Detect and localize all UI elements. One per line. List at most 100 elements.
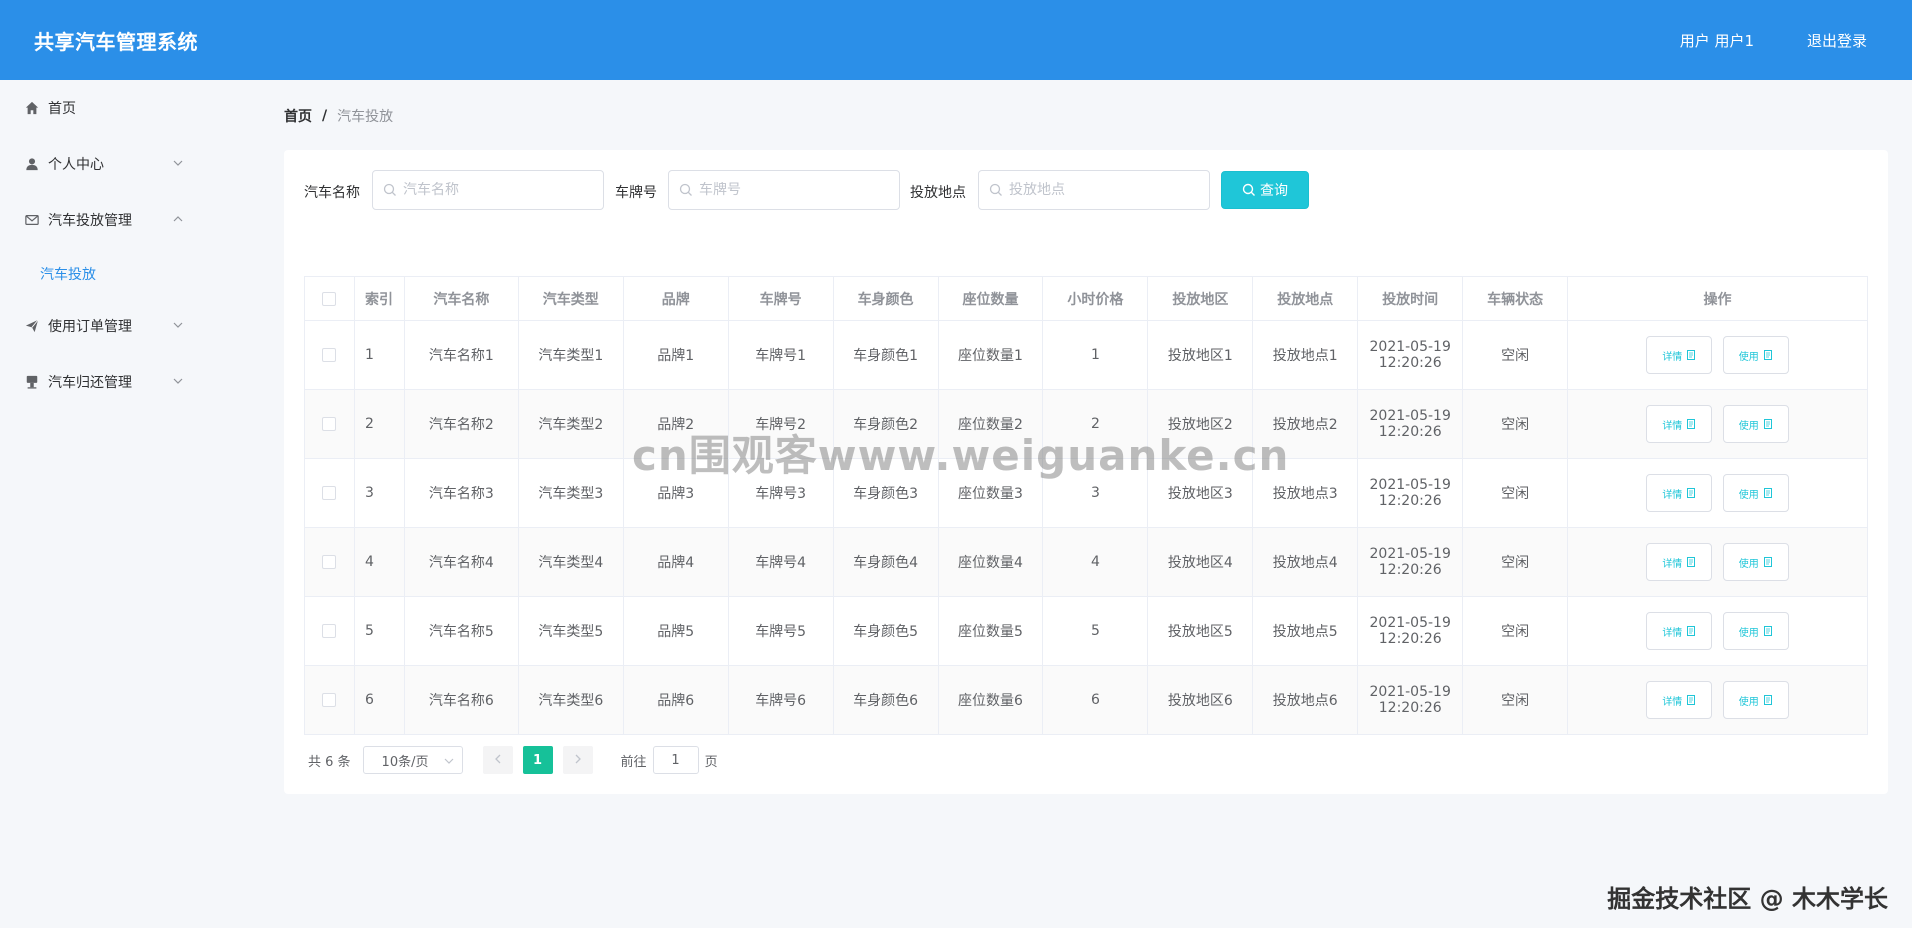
document-icon (1686, 626, 1696, 636)
row-select-cell (304, 458, 355, 528)
plate-field[interactable] (668, 170, 900, 210)
car-name-field[interactable] (372, 170, 604, 210)
car-name-input[interactable] (403, 182, 573, 198)
query-button[interactable]: 查询 (1221, 171, 1309, 209)
cell-region: 投放地区2 (1147, 389, 1254, 459)
sidebar-item-label: 汽车投放管理 (48, 213, 132, 229)
detail-button-label: 详情 (1662, 351, 1683, 363)
detail-button-label: 详情 (1662, 696, 1683, 708)
plate-input[interactable] (699, 182, 869, 198)
use-button-label: 使用 (1738, 489, 1759, 501)
breadcrumb-separator: / (322, 108, 328, 124)
document-icon (1686, 557, 1696, 567)
cell-name: 汽车名称6 (404, 665, 519, 735)
use-button[interactable]: 使用 (1722, 543, 1789, 581)
cell-status: 空闲 (1462, 665, 1569, 735)
goto-page-input[interactable] (655, 752, 696, 768)
sidebar-item-return-management[interactable]: 汽车归还管理 (0, 362, 255, 402)
cell-location: 投放地点4 (1252, 527, 1359, 597)
cell-color: 车身颜色3 (833, 458, 939, 528)
row-checkbox[interactable] (322, 693, 337, 707)
cell-plate: 车牌号5 (728, 596, 834, 666)
search-icon (989, 183, 1003, 197)
breadcrumb-current: 汽车投放 (337, 109, 394, 125)
breadcrumb-home[interactable]: 首页 (284, 106, 312, 126)
sidebar-item-label: 个人中心 (48, 157, 104, 173)
detail-button[interactable]: 详情 (1646, 405, 1713, 443)
select-all-checkbox[interactable] (322, 291, 337, 306)
row-checkbox[interactable] (322, 486, 337, 500)
cell-actions: 详情 使用 (1567, 527, 1868, 597)
table-row: 5 汽车名称5 汽车类型5 品牌5 车牌号5 车身颜色5 座位数量5 5 投放地… (304, 596, 1868, 666)
document-icon (1686, 350, 1696, 360)
cell-price: 1 (1042, 320, 1149, 390)
sidebar-item-order-management[interactable]: 使用订单管理 (0, 306, 255, 346)
page-size-value: 10条/页 (381, 754, 429, 770)
document-icon (1763, 419, 1773, 429)
mail-icon (24, 212, 40, 228)
cell-price: 6 (1042, 665, 1149, 735)
page-size-select[interactable]: 10条/页 (362, 746, 463, 774)
cell-actions: 详情 使用 (1567, 458, 1868, 528)
detail-button[interactable]: 详情 (1646, 336, 1713, 374)
location-field[interactable] (978, 170, 1210, 210)
sidebar-subitem-car-deploy[interactable]: 汽车投放 (40, 264, 96, 284)
row-checkbox[interactable] (322, 417, 337, 431)
table-header-row: 索引 汽车名称 汽车类型 品牌 车牌号 车身颜色 座位数量 小时价格 投放地区 … (304, 276, 1868, 321)
row-checkbox[interactable] (322, 624, 337, 638)
cell-color: 车身颜色5 (833, 596, 939, 666)
row-checkbox[interactable] (322, 348, 337, 362)
breadcrumb: 首页 / 汽车投放 (284, 106, 393, 126)
sidebar-item-personal-center[interactable]: 个人中心 (0, 144, 255, 184)
cell-status: 空闲 (1462, 389, 1569, 459)
send-icon (24, 318, 40, 334)
search-icon (1242, 183, 1256, 197)
deploy-date: 2021-05-19 (1369, 408, 1451, 424)
document-icon (1686, 695, 1696, 705)
cell-location: 投放地点6 (1252, 665, 1359, 735)
page-number-button[interactable]: 1 (522, 746, 553, 774)
cell-plate: 车牌号4 (728, 527, 834, 597)
cell-seats: 座位数量4 (938, 527, 1044, 597)
table-row: 4 汽车名称4 汽车类型4 品牌4 车牌号4 车身颜色4 座位数量4 4 投放地… (304, 527, 1868, 597)
cell-brand: 品牌2 (623, 389, 729, 459)
cell-type: 汽车类型3 (518, 458, 624, 528)
chevron-down-icon (444, 755, 454, 765)
location-input[interactable] (1009, 182, 1179, 198)
cell-status: 空闲 (1462, 320, 1569, 390)
cell-price: 3 (1042, 458, 1149, 528)
detail-button-label: 详情 (1662, 420, 1683, 432)
sidebar-item-home[interactable]: 首页 (0, 88, 255, 128)
detail-button[interactable]: 详情 (1646, 543, 1713, 581)
cell-plate: 车牌号3 (728, 458, 834, 528)
use-button[interactable]: 使用 (1722, 336, 1789, 374)
cell-actions: 详情 使用 (1567, 596, 1868, 666)
column-header: 汽车类型 (518, 276, 624, 321)
cell-type: 汽车类型6 (518, 665, 624, 735)
detail-button[interactable]: 详情 (1646, 681, 1713, 719)
goto-suffix: 页 (704, 754, 718, 770)
use-button[interactable]: 使用 (1722, 405, 1789, 443)
cell-region: 投放地区1 (1147, 320, 1254, 390)
cell-region: 投放地区5 (1147, 596, 1254, 666)
deploy-clock: 12:20:26 (1378, 700, 1442, 716)
cell-name: 汽车名称3 (404, 458, 519, 528)
row-checkbox[interactable] (322, 555, 337, 569)
document-icon (1686, 419, 1696, 429)
detail-button[interactable]: 详情 (1646, 612, 1713, 650)
sidebar-item-car-deploy-management[interactable]: 汽车投放管理 (0, 200, 255, 240)
goto-page-field[interactable] (652, 746, 699, 774)
cell-seats: 座位数量6 (938, 665, 1044, 735)
search-icon (383, 183, 397, 197)
cell-name: 汽车名称4 (404, 527, 519, 597)
detail-button[interactable]: 详情 (1646, 474, 1713, 512)
use-button[interactable]: 使用 (1722, 612, 1789, 650)
table-row: 3 汽车名称3 汽车类型3 品牌3 车牌号3 车身颜色3 座位数量3 3 投放地… (304, 458, 1868, 528)
logout-link[interactable]: 退出登录 (1807, 30, 1867, 51)
next-page-button[interactable] (562, 746, 593, 774)
chevron-left-icon (493, 753, 503, 768)
use-button[interactable]: 使用 (1722, 474, 1789, 512)
sidebar-item-label: 首页 (48, 101, 76, 117)
prev-page-button[interactable] (482, 746, 513, 774)
use-button[interactable]: 使用 (1722, 681, 1789, 719)
